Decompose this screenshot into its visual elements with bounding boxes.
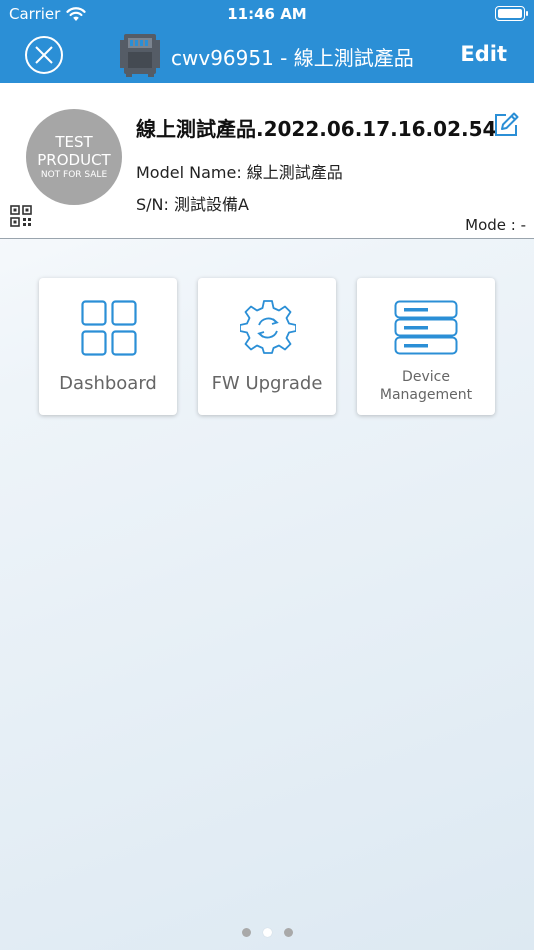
status-bar: Carrier 11:46 AM	[0, 0, 534, 28]
device-info-card: TEST PRODUCT NOT FOR SALE 線上測試產品.2022.06…	[0, 83, 534, 239]
device-name: 線上測試產品.2022.06.17.16.02.54	[136, 117, 497, 141]
navigation-bar: cwv96951 - 線上測試產品 Edit	[0, 28, 534, 83]
fw-upgrade-tile[interactable]: FW Upgrade	[198, 278, 336, 415]
badge-line-2: PRODUCT	[37, 150, 111, 169]
grid-icon	[81, 300, 137, 356]
device-management-label: Device Management	[357, 368, 495, 404]
model-name: Model Name: 線上測試產品	[136, 163, 343, 182]
server-stack-icon	[394, 300, 458, 355]
page-dot-active[interactable]	[262, 928, 272, 937]
badge-line-3: NOT FOR SALE	[40, 169, 108, 180]
edit-name-icon[interactable]	[492, 111, 520, 139]
page-title: cwv96951 - 線上測試產品	[171, 46, 414, 70]
device-icon	[120, 34, 160, 77]
top-bar: Carrier 11:46 AM cwv96951 - 線上測試產品 Edit	[0, 0, 534, 83]
serial-number: S/N: 測試設備A	[136, 195, 249, 214]
battery-icon	[495, 6, 528, 21]
page-dot[interactable]	[241, 928, 251, 937]
device-management-label-line-1: Device	[402, 369, 450, 385]
dashboard-tile[interactable]: Dashboard	[39, 278, 177, 415]
page-dot[interactable]	[283, 928, 293, 937]
device-management-tile[interactable]: Device Management	[357, 278, 495, 415]
fw-upgrade-label: FW Upgrade	[211, 373, 323, 394]
badge-line-1: TEST	[55, 132, 93, 151]
status-time: 11:46 AM	[227, 5, 307, 23]
page-indicator[interactable]	[0, 928, 534, 937]
device-avatar: TEST PRODUCT NOT FOR SALE	[26, 109, 122, 205]
close-icon	[35, 46, 53, 64]
edit-button[interactable]: Edit	[460, 42, 507, 66]
gear-sync-icon	[240, 300, 296, 354]
device-management-label-line-2: Management	[379, 387, 473, 403]
dashboard-label: Dashboard	[59, 373, 157, 394]
close-button[interactable]	[25, 36, 63, 74]
qr-code-icon[interactable]	[10, 205, 32, 227]
mode-indicator: Mode : -	[465, 216, 526, 234]
